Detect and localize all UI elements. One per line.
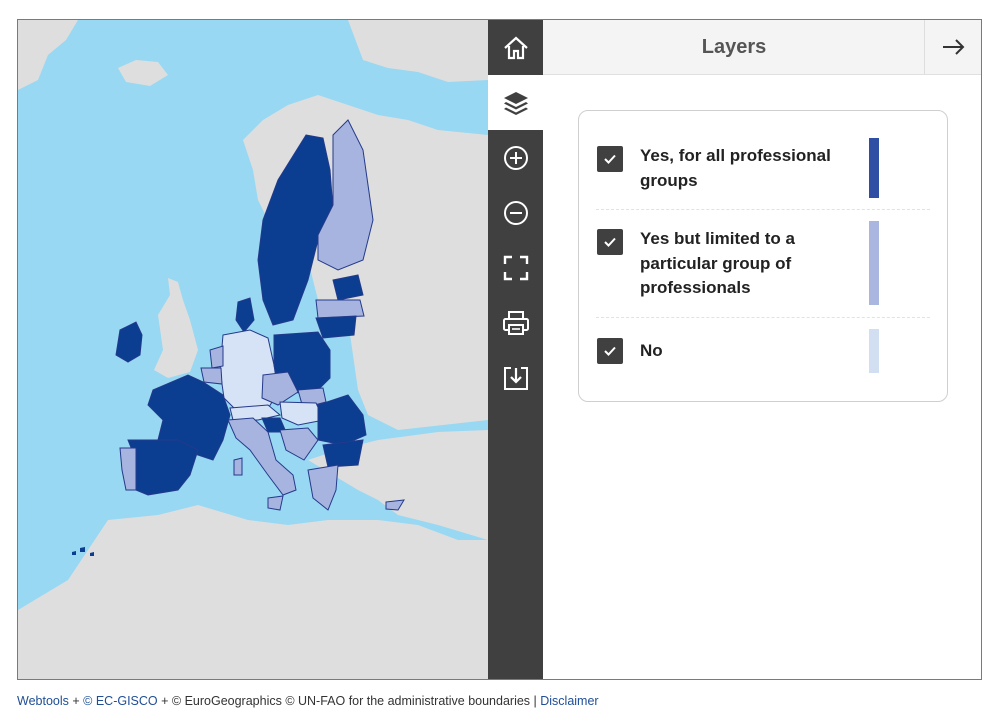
country-bulgaria[interactable] [322,439,364,468]
zoom-in-button[interactable] [488,130,543,185]
legend-divider [596,317,930,318]
webtools-link[interactable]: Webtools [17,694,69,708]
layers-button[interactable] [488,75,543,130]
fullscreen-icon [503,255,528,280]
arrow-right-icon [942,39,964,55]
zoom-in-icon [503,145,528,170]
panel-header: Layers [543,20,981,75]
legend-label-no: No [640,341,663,360]
fullscreen-button[interactable] [488,240,543,295]
legend-swatch-yes-all [869,138,879,198]
legend-swatch-no [869,329,879,373]
legend-checkbox-no[interactable] [597,338,623,364]
legend: Yes, for all professional groups Yes but… [578,110,948,402]
download-button[interactable] [488,350,543,405]
legend-divider [596,209,930,210]
europe-map[interactable] [18,20,488,680]
panel-title: Layers [701,36,767,58]
map-viewer: Layers Yes, for all professional groups [17,19,982,680]
layers-panel: Layers Yes, for all professional groups [543,20,981,679]
legend-label-yes-limited: Yes but limited to a particular group of… [640,229,795,297]
disclaimer-link[interactable]: Disclaimer [540,694,598,708]
attribution-text: + © EuroGeographics © UN-FAO for the adm… [157,694,541,708]
ec-gisco-link[interactable]: © EC-GISCO [83,694,158,708]
country-lithuania[interactable] [315,315,357,339]
legend-checkbox-yes-all[interactable] [597,146,623,172]
checkmark-icon [604,346,616,356]
country-estonia[interactable] [332,274,364,301]
map-canvas[interactable] [18,20,488,680]
country-belgium[interactable] [200,367,223,385]
home-button[interactable] [488,20,543,75]
legend-label-yes-all: Yes, for all professional groups [640,146,831,190]
legend-checkbox-yes-limited[interactable] [597,229,623,255]
checkmark-icon [604,237,616,247]
zoom-out-button[interactable] [488,185,543,240]
legend-swatch-yes-limited [869,221,879,305]
checkmark-icon [604,154,616,164]
zoom-out-icon [503,200,528,225]
print-icon [502,310,529,335]
attribution-footer: Webtools + © EC-GISCO + © EuroGeographic… [17,694,599,708]
footer-separator: + [68,694,84,708]
home-icon [503,36,528,59]
map-toolbar [488,20,543,679]
print-button[interactable] [488,295,543,350]
country-latvia[interactable] [315,299,365,319]
collapse-panel-button[interactable] [924,20,981,74]
download-icon [503,366,528,390]
country-sardinia[interactable] [233,457,243,476]
country-sicily[interactable] [267,495,284,511]
layers-icon [503,91,528,115]
country-netherlands[interactable] [209,345,224,369]
